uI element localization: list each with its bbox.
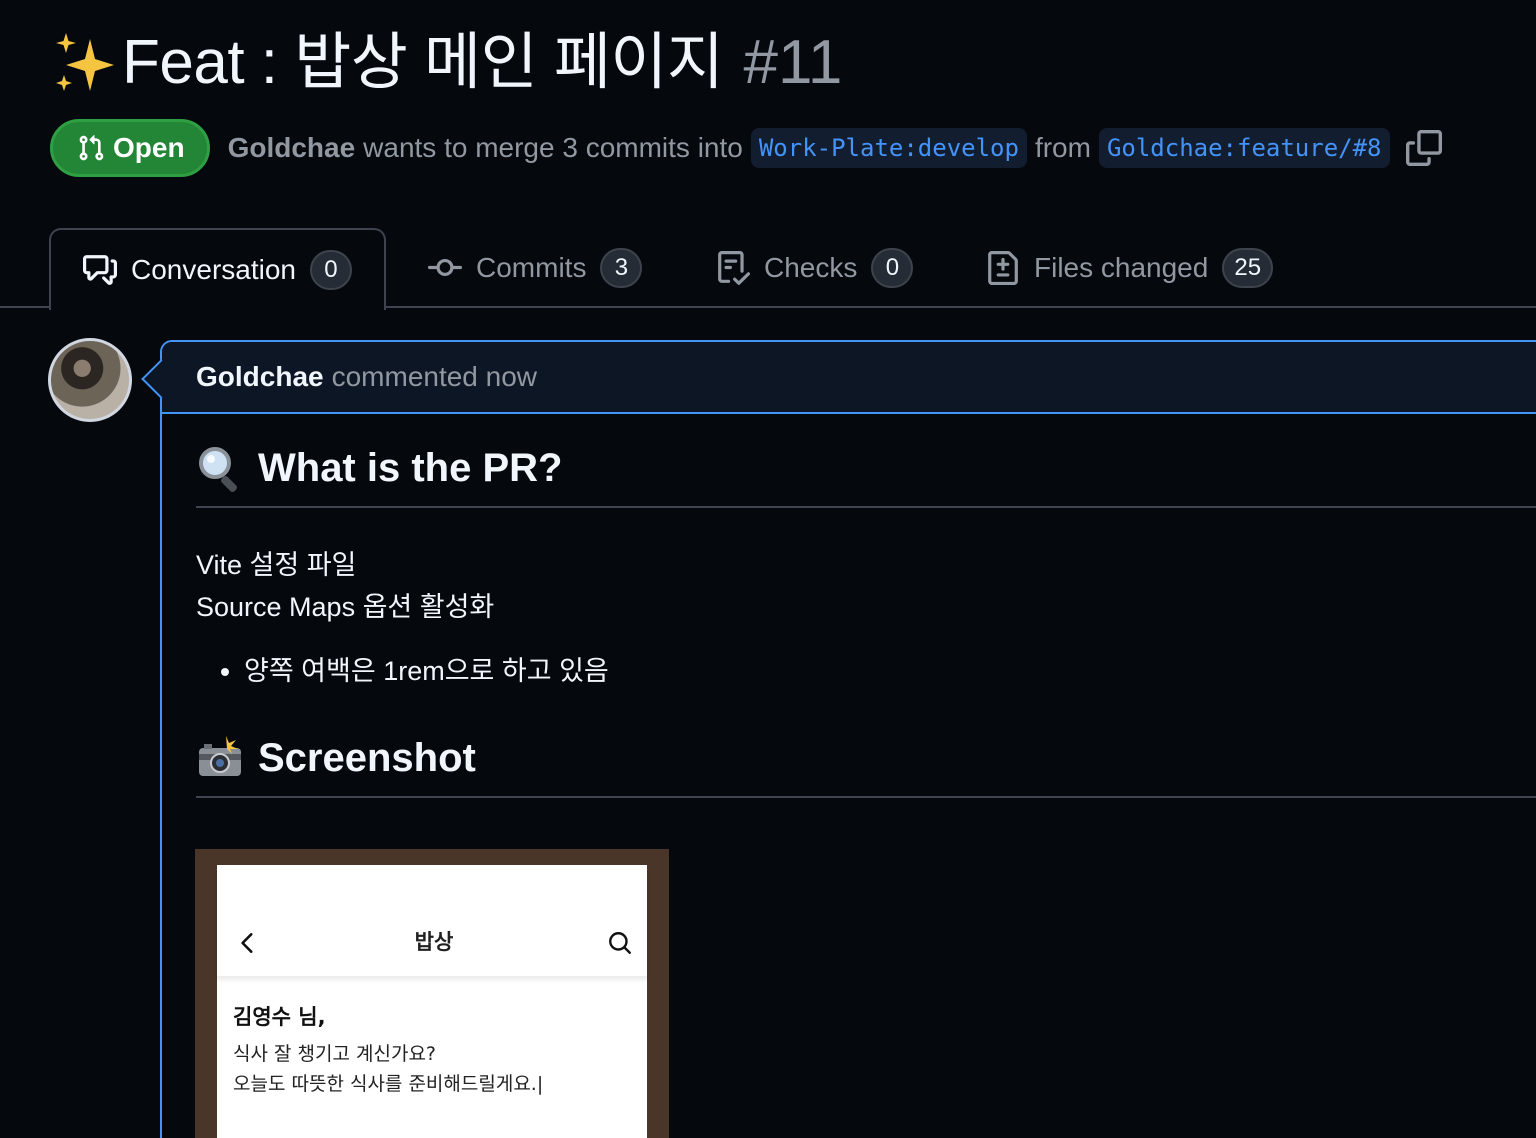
phone-text-line: 식사 잘 챙기고 계신가요? — [233, 1043, 437, 1065]
pr-title: Feat : 밥상 메인 페이지 #11 — [50, 26, 842, 100]
tab-label: Commits — [476, 252, 587, 283]
description-line: Vite 설정 파일 — [196, 550, 357, 580]
copy-icon[interactable] — [1405, 130, 1442, 166]
file-diff-icon — [988, 251, 1018, 285]
heading-what-is-pr: What is the PR? — [196, 444, 1536, 508]
pr-meta: Open Goldchae wants to merge 3 commits i… — [50, 118, 1442, 178]
merge-text: wants to merge 3 commits into — [363, 132, 743, 163]
phone-content: 김영수 님, 식사 잘 챙기고 계신가요? 오늘도 따뜻한 식사를 준비해드릴게… — [217, 977, 647, 1119]
base-branch[interactable]: Work-Plate:develop — [750, 128, 1027, 168]
tab-conversation[interactable]: Conversation 0 — [49, 228, 386, 310]
tab-counter: 0 — [871, 248, 914, 288]
pr-tabs: Conversation 0 Commits 3 Checks 0 Files … — [0, 228, 1536, 310]
tab-counter: 25 — [1222, 248, 1274, 288]
comment-body: What is the PR? Vite 설정 파일 Source Maps 옵… — [162, 414, 1536, 798]
pr-number: #11 — [743, 28, 843, 97]
camera-flash-icon — [199, 736, 241, 776]
heading-text: What is the PR? — [258, 445, 563, 490]
comment-meta: commented now — [331, 361, 538, 392]
search-icon — [609, 932, 631, 954]
phone-text-line: 오늘도 따뜻한 식사를 준비해드릴게요.| — [233, 1073, 544, 1095]
git-commit-icon — [428, 258, 462, 276]
phone-app-bar: 밥상 — [217, 865, 647, 977]
from-text: from — [1034, 132, 1091, 163]
phone-title: 밥상 — [414, 930, 454, 954]
screenshot-image[interactable]: 밥상 김영수 님, 식사 잘 챙기고 계신가요? 오늘도 따뜻한 식사를 준비해… — [195, 849, 669, 1138]
description-line: Source Maps 옵션 활성화 — [196, 592, 495, 622]
tab-checks[interactable]: Checks 0 — [716, 228, 914, 308]
tab-label: Checks — [764, 252, 858, 283]
heading-screenshot: Screenshot — [196, 734, 1536, 798]
status-badge: Open — [50, 119, 210, 177]
description: Vite 설정 파일 Source Maps 옵션 활성화 — [196, 544, 1536, 628]
author-link[interactable]: Goldchae — [228, 132, 356, 164]
greeting: 김영수 님, — [233, 1005, 326, 1029]
comment-discussion-icon — [83, 255, 117, 285]
tab-commits[interactable]: Commits 3 — [428, 228, 643, 308]
list-item: 양쪽 여백은 1rem으로 하고 있음 — [244, 650, 1536, 692]
comment-author[interactable]: Goldchae — [196, 361, 324, 393]
phone-screen: 밥상 김영수 님, 식사 잘 챙기고 계신가요? 오늘도 따뜻한 식사를 준비해… — [217, 865, 647, 1138]
pr-title-text: Feat : 밥상 메인 페이지 — [122, 28, 724, 97]
pull-request-page: Feat : 밥상 메인 페이지 #11 Open Goldchae wants… — [0, 0, 1536, 1138]
pull-request-icon — [79, 135, 104, 161]
tab-label: Conversation — [131, 254, 296, 285]
heading-text: Screenshot — [258, 735, 476, 780]
checklist-icon — [718, 251, 750, 285]
comment-header: Goldchae commented now — [162, 342, 1536, 414]
status-label: Open — [113, 132, 185, 163]
head-branch[interactable]: Goldchae:feature/#8 — [1098, 128, 1390, 168]
tab-label: Files changed — [1034, 252, 1209, 283]
back-arrow-icon — [241, 933, 253, 953]
sparkles-icon — [56, 33, 114, 91]
bullet-list: 양쪽 여백은 1rem으로 하고 있음 — [196, 650, 1536, 692]
avatar[interactable] — [48, 338, 132, 422]
magnifying-glass-icon — [199, 447, 237, 492]
tab-counter: 0 — [309, 250, 352, 290]
tab-files-changed[interactable]: Files changed 25 — [986, 228, 1274, 308]
tab-counter: 3 — [600, 248, 643, 288]
